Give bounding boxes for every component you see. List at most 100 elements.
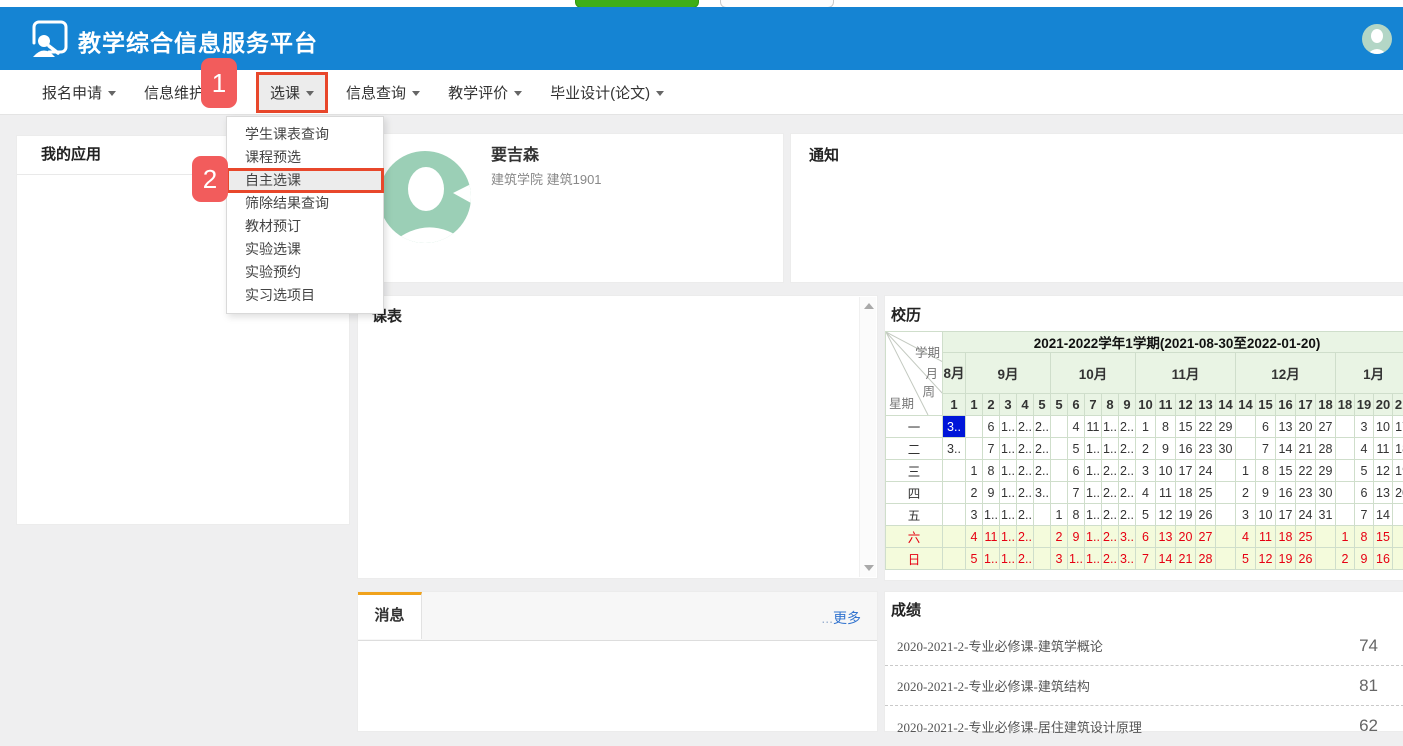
nav-item-5[interactable]: 教学评价 bbox=[446, 73, 524, 112]
calendar-day-cell: 29 bbox=[1216, 416, 1236, 438]
calendar-day-cell: 24 bbox=[1296, 504, 1316, 526]
grade-row[interactable]: 2020-2021-2-专业必修课-建筑结构81 bbox=[885, 666, 1403, 706]
nav-item-6[interactable]: 毕业设计(论文) bbox=[548, 73, 666, 112]
user-avatar-icon[interactable] bbox=[1362, 24, 1392, 54]
week-number: 19 bbox=[1355, 394, 1374, 416]
dropdown-item-2[interactable]: 课程预选 bbox=[227, 146, 383, 169]
calendar-day-cell: 1 bbox=[1336, 526, 1355, 548]
dropdown-item-1[interactable]: 学生课表查询 bbox=[227, 123, 383, 146]
nav-item-3[interactable]: 选课 bbox=[256, 72, 328, 113]
scroll-up-icon[interactable] bbox=[864, 303, 874, 309]
corner-label-week: 周 bbox=[922, 381, 935, 400]
calendar-day-cell: 23 bbox=[1296, 482, 1316, 504]
calendar-day-cell: 25 bbox=[1196, 482, 1216, 504]
calendar-day-cell: 2 bbox=[1051, 526, 1068, 548]
calendar-day-cell bbox=[1051, 438, 1068, 460]
dropdown-item-6[interactable]: 实验选课 bbox=[227, 238, 383, 261]
dropdown-item-8[interactable]: 实习选项目 bbox=[227, 284, 383, 307]
calendar-day-cell: 9 bbox=[1156, 438, 1176, 460]
calendar-day-cell: 5 bbox=[1236, 548, 1256, 570]
scroll-down-icon[interactable] bbox=[864, 565, 874, 571]
calendar-day-cell: 2.. bbox=[1034, 416, 1051, 438]
week-number: 10 bbox=[1136, 394, 1156, 416]
calendar-day-cell: 7 bbox=[1068, 482, 1085, 504]
corner-label-weekday: 星期 bbox=[889, 393, 914, 412]
calendar-day-cell: 1 bbox=[1236, 460, 1256, 482]
calendar-day-cell: 1.. bbox=[1000, 548, 1017, 570]
calendar-day-cell: 3.. bbox=[1119, 548, 1136, 570]
grade-score: 81 bbox=[1359, 676, 1378, 696]
calendar-day-cell: 3 bbox=[1051, 548, 1068, 570]
nav-item-4[interactable]: 信息查询 bbox=[344, 73, 422, 112]
calendar-day-cell: 1.. bbox=[1000, 504, 1017, 526]
calendar-day-cell: 8 bbox=[1156, 416, 1176, 438]
grade-row[interactable]: 2020-2021-2-专业必修课-建筑学概论74 bbox=[885, 626, 1403, 666]
calendar-day-cell: 1.. bbox=[1085, 438, 1102, 460]
calendar-day-cell: 21 bbox=[1296, 438, 1316, 460]
calendar-day-cell: 1.. bbox=[1085, 504, 1102, 526]
calendar-day-cell: 6 bbox=[983, 416, 1000, 438]
messages-more-link[interactable]: ...更多 bbox=[821, 608, 861, 628]
calendar-day-cell: 2.. bbox=[1119, 438, 1136, 460]
calendar-day-cell: 2.. bbox=[1102, 526, 1119, 548]
calendar-day-cell: 15 bbox=[1374, 526, 1393, 548]
calendar-day-cell bbox=[1216, 482, 1236, 504]
calendar-day-cell: 1.. bbox=[1085, 460, 1102, 482]
calendar-day-cell: 6 bbox=[1068, 460, 1085, 482]
dropdown-item-4[interactable]: 筛除结果查询 bbox=[227, 192, 383, 215]
calendar-day-cell: 2.. bbox=[1017, 460, 1034, 482]
calendar-day-cell: 8 bbox=[1256, 460, 1276, 482]
calendar-day-cell: 13 bbox=[1374, 482, 1393, 504]
student-department: 建筑学院 建筑1901 bbox=[491, 169, 602, 188]
calendar-day-cell: 3 bbox=[1136, 460, 1156, 482]
calendar-day-cell: 15 bbox=[1176, 416, 1196, 438]
dropdown-item-7[interactable]: 实验预约 bbox=[227, 261, 383, 284]
month-header: 10月 bbox=[1051, 353, 1136, 394]
calendar-day-cell bbox=[1216, 526, 1236, 548]
calendar-day-cell: 7 bbox=[1136, 548, 1156, 570]
more-dots: ... bbox=[821, 610, 833, 626]
calendar-day-cell: 1.. bbox=[1000, 438, 1017, 460]
calendar-day-cell bbox=[1034, 548, 1051, 570]
calendar-day-cell: 2.. bbox=[1102, 482, 1119, 504]
nav-item-label: 教学评价 bbox=[448, 82, 508, 103]
grade-score: 62 bbox=[1359, 716, 1378, 736]
dropdown-item-5[interactable]: 教材预订 bbox=[227, 215, 383, 238]
week-number: 7 bbox=[1085, 394, 1102, 416]
calendar-day-cell: 2.. bbox=[1119, 460, 1136, 482]
weekday-label: 四 bbox=[886, 482, 943, 504]
grades-panel: 成绩 2020-2021-2-专业必修课-建筑学概论742020-2021-2-… bbox=[884, 591, 1403, 732]
week-number: 18 bbox=[1316, 394, 1336, 416]
calendar-day-cell bbox=[1051, 482, 1068, 504]
grades-title: 成绩 bbox=[891, 599, 921, 620]
grade-course-name: 2020-2021-2-专业必修课-居住建筑设计原理 bbox=[897, 717, 1142, 736]
calendar-day-cell: 1.. bbox=[1000, 526, 1017, 548]
grade-row[interactable]: 2020-2021-2-专业必修课-居住建筑设计原理 62 bbox=[885, 706, 1403, 746]
calendar-day-cell: 2.. bbox=[1119, 416, 1136, 438]
nav-item-label: 毕业设计(论文) bbox=[550, 82, 650, 103]
calendar-day-cell: 9 bbox=[1068, 526, 1085, 548]
calendar-day-cell: 25 bbox=[1296, 526, 1316, 548]
tab-messages[interactable]: 消息 bbox=[358, 592, 422, 639]
week-number: 11 bbox=[1156, 394, 1176, 416]
nav-item-1[interactable]: 报名申请 bbox=[40, 73, 118, 112]
calendar-day-cell: 4 bbox=[1136, 482, 1156, 504]
timetable-scrollbar[interactable] bbox=[859, 297, 876, 577]
calendar-day-cell: 22 bbox=[1296, 460, 1316, 482]
calendar-day-cell: 8 bbox=[983, 460, 1000, 482]
week-number: 13 bbox=[1196, 394, 1216, 416]
calendar-day-cell bbox=[1216, 548, 1236, 570]
student-info-panel: 要吉森 建筑学院 建筑1901 bbox=[357, 133, 784, 283]
calendar-day-cell: 26 bbox=[1196, 504, 1216, 526]
calendar-day-cell: 8 bbox=[1068, 504, 1085, 526]
chevron-down-icon bbox=[108, 91, 116, 96]
calendar-day-cell bbox=[1051, 460, 1068, 482]
corner-label-month: 月 bbox=[925, 363, 938, 382]
calendar-day-cell bbox=[1034, 526, 1051, 548]
weekday-label: 日 bbox=[886, 548, 943, 570]
calendar-day-cell: 6 bbox=[1136, 526, 1156, 548]
calendar-day-cell: 29 bbox=[1316, 460, 1336, 482]
calendar-day-cell: 9 bbox=[983, 482, 1000, 504]
dropdown-item-3[interactable]: 自主选课 bbox=[227, 169, 383, 192]
calendar-day-cell: 30 bbox=[1216, 438, 1236, 460]
